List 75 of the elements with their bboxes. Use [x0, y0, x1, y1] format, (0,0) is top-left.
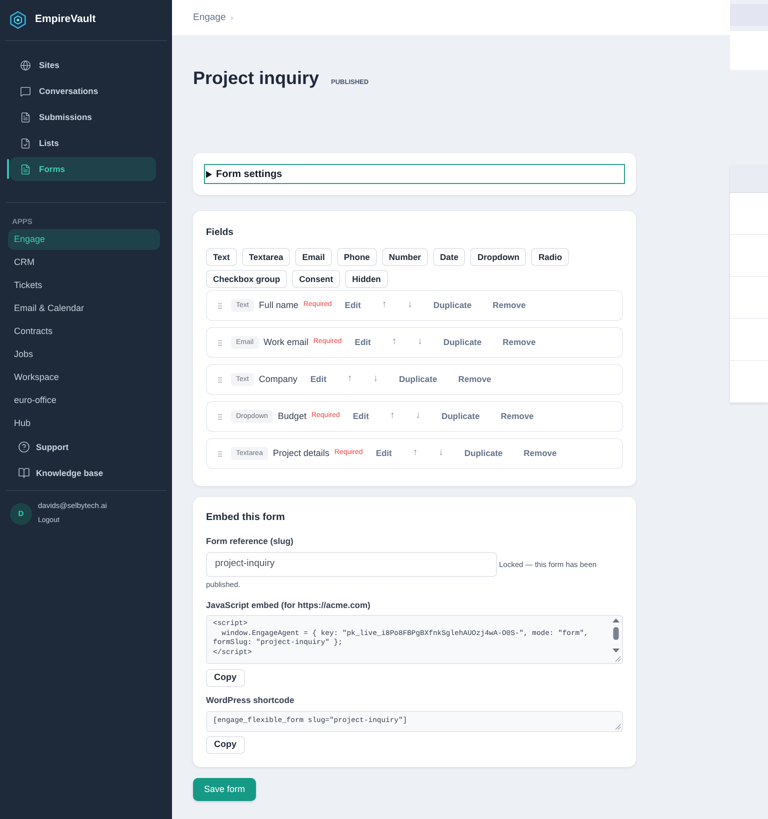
nav-item[interactable]: Sites: [10, 53, 156, 77]
field-label: Project details: [272, 446, 330, 460]
copy-button[interactable]: Copy: [206, 736, 244, 754]
field-type-button[interactable]: Radio: [531, 248, 570, 266]
field-label: Budget: [278, 410, 306, 423]
brand-name: EmpireVault: [35, 12, 96, 28]
app-link[interactable]: Jobs: [8, 344, 160, 365]
field-type-button[interactable]: Phone: [336, 248, 377, 266]
duplicate-button[interactable]: Duplicate: [435, 332, 490, 352]
drag-handle-icon[interactable]: [216, 338, 224, 348]
field-label: JavaScript embed (for https://acme.com): [206, 599, 372, 611]
help-icon: [18, 441, 30, 453]
document-icon: [20, 164, 31, 174]
book-icon: [18, 467, 30, 479]
field-label: Work email: [264, 336, 308, 349]
copy-button[interactable]: Copy: [206, 669, 244, 687]
duplicate-button[interactable]: Duplicate: [433, 406, 488, 426]
field-type-button[interactable]: Textarea: [242, 248, 290, 266]
page-title: Project inquiry: [193, 67, 320, 90]
app-link[interactable]: Contracts: [8, 321, 160, 342]
nav-item[interactable]: Forms: [10, 157, 156, 181]
document-check-icon: [20, 138, 31, 148]
drag-handle-icon[interactable]: [216, 374, 224, 384]
edit-button[interactable]: Edit: [346, 332, 379, 352]
app-link[interactable]: CRM: [8, 252, 160, 273]
drag-handle-icon[interactable]: [216, 412, 224, 422]
field-type-button[interactable]: Dropdown: [470, 248, 526, 266]
chat-bubble-icon: [20, 86, 31, 96]
help-link[interactable]: Knowledge base: [8, 461, 158, 485]
edit-button[interactable]: Edit: [368, 444, 400, 464]
field-type-button[interactable]: Checkbox group: [206, 270, 288, 288]
resize-grip-icon[interactable]: [615, 656, 621, 662]
app-link[interactable]: Tickets: [8, 275, 160, 296]
field-type-button[interactable]: Date: [433, 248, 466, 266]
field-type-button[interactable]: Email: [295, 248, 332, 266]
breadcrumb-link[interactable]: Engage: [193, 11, 226, 26]
remove-button[interactable]: Remove: [494, 332, 544, 352]
drag-handle-icon[interactable]: [216, 448, 224, 458]
field-label: Form reference (slug): [206, 535, 294, 547]
nav-item[interactable]: Submissions: [10, 105, 156, 129]
remove-button[interactable]: Remove: [450, 370, 500, 390]
section-title: Fields: [206, 226, 234, 240]
section-title: Embed this form: [206, 511, 286, 525]
remove-button[interactable]: Remove: [484, 296, 534, 316]
field-type-button[interactable]: Number: [382, 248, 428, 266]
app-link[interactable]: Engage: [8, 229, 160, 250]
field-type-button[interactable]: Consent: [292, 270, 340, 288]
edit-button[interactable]: Edit: [344, 406, 377, 426]
duplicate-button[interactable]: Duplicate: [390, 370, 446, 390]
duplicate-button[interactable]: Duplicate: [425, 296, 480, 316]
duplicate-button[interactable]: Duplicate: [456, 444, 511, 464]
field-type-button[interactable]: Hidden: [345, 270, 388, 288]
edit-button[interactable]: Edit: [336, 296, 369, 316]
save-form-button[interactable]: Save form: [193, 778, 256, 801]
hexagon-logo-icon: [10, 11, 26, 29]
document-icon: [20, 112, 31, 122]
globe-icon: [20, 60, 31, 70]
app-link[interactable]: Hub: [8, 413, 160, 434]
field-label: Full name: [258, 298, 298, 312]
form-settings-toggle[interactable]: Form settings: [204, 164, 625, 184]
app-link[interactable]: Email & Calendar: [8, 298, 160, 319]
resize-grip-icon[interactable]: [615, 724, 621, 730]
drag-handle-icon[interactable]: [216, 300, 224, 310]
help-link[interactable]: Support: [8, 435, 158, 459]
app-link[interactable]: Workspace: [8, 367, 160, 388]
nav-item[interactable]: Lists: [10, 131, 156, 155]
slug-input[interactable]: project-inquiry: [206, 552, 497, 577]
field-label: Company: [258, 372, 298, 386]
field-label: WordPress shortcode: [206, 694, 296, 706]
app-link[interactable]: euro-office: [8, 390, 160, 411]
edit-button[interactable]: Edit: [302, 370, 334, 390]
remove-button[interactable]: Remove: [516, 444, 565, 464]
nav-item[interactable]: Conversations: [10, 79, 156, 103]
remove-button[interactable]: Remove: [492, 406, 542, 426]
field-type-button[interactable]: Text: [206, 248, 237, 266]
